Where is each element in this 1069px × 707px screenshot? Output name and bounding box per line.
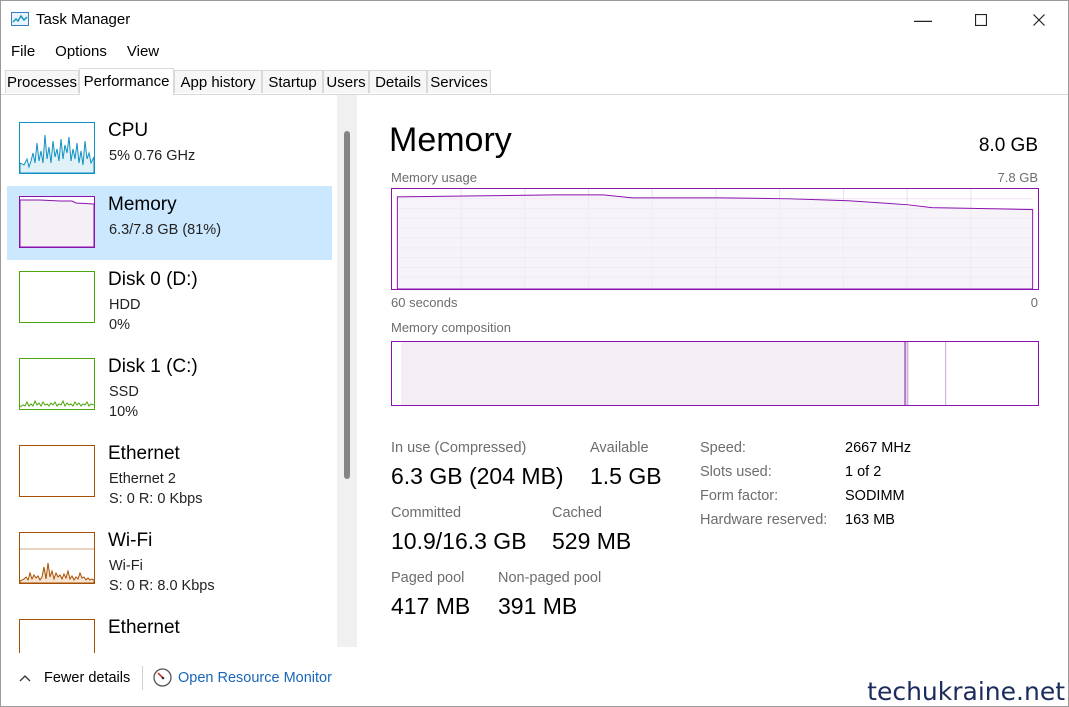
tab-bar: Processes Performance App history Startu…: [1, 68, 1068, 95]
tab-users[interactable]: Users: [323, 70, 369, 93]
sidebar-item-ethernet-2[interactable]: Ethernet: [7, 609, 332, 653]
maximize-button[interactable]: [952, 1, 1010, 39]
sidebar-item-title: Disk 0 (D:): [108, 269, 198, 290]
tab-details[interactable]: Details: [369, 70, 427, 93]
sidebar-item-disk-1[interactable]: Disk 1 (C:) SSD 10%: [7, 348, 332, 422]
sidebar-item-subtitle: SSD: [109, 384, 139, 400]
sidebar-item-title: Disk 1 (C:): [108, 356, 198, 377]
ethernet-2-thumbnail-graph: [19, 619, 95, 653]
slots-used-value: 1 of 2: [845, 464, 882, 480]
ethernet-thumbnail-graph: [19, 445, 95, 497]
disk-0-thumbnail-graph: [19, 271, 95, 323]
committed-label: Committed: [391, 505, 462, 521]
open-resource-monitor-link[interactable]: Open Resource Monitor: [153, 668, 332, 687]
sidebar-item-subtitle: HDD: [109, 297, 141, 313]
sidebar-item-title: Memory: [108, 194, 177, 215]
tab-performance[interactable]: Performance: [79, 68, 174, 95]
sidebar-item-title: CPU: [108, 120, 149, 141]
sidebar-item-cpu[interactable]: CPU 5% 0.76 GHz: [7, 112, 332, 186]
sidebar-item-title: Ethernet: [108, 617, 180, 638]
memory-composition-bar: [391, 341, 1039, 406]
form-factor-label: Form factor:: [700, 488, 779, 504]
sidebar-item-detail: 0%: [109, 317, 130, 333]
sidebar-scrollbar[interactable]: [337, 95, 357, 647]
fewer-details-label: Fewer details: [44, 670, 131, 686]
close-icon: [1033, 14, 1045, 26]
non-paged-pool-label: Non-paged pool: [498, 570, 602, 586]
available-value: 1.5 GB: [590, 463, 662, 489]
watermark-text: techukraine.net: [867, 677, 1065, 706]
sidebar-scroll-thumb[interactable]: [344, 131, 350, 479]
cached-value: 529 MB: [552, 528, 632, 554]
resource-monitor-icon: [153, 668, 172, 687]
available-label: Available: [590, 440, 649, 456]
cpu-thumbnail-graph: [19, 122, 95, 174]
sidebar-item-detail: S: 0 R: 8.0 Kbps: [109, 578, 215, 594]
memory-usage-graph: [391, 188, 1039, 290]
sidebar-item-subtitle: Wi-Fi: [109, 558, 143, 574]
hardware-reserved-label: Hardware reserved:: [700, 512, 828, 528]
speed-label: Speed:: [700, 440, 746, 456]
form-factor-value: SODIMM: [845, 488, 905, 504]
minimize-button[interactable]: —: [894, 1, 952, 39]
sidebar-item-memory[interactable]: Memory 6.3/7.8 GB (81%): [7, 186, 332, 260]
sidebar-item-subtitle: 6.3/7.8 GB (81%): [109, 222, 222, 238]
footer-divider: [142, 666, 143, 690]
close-button[interactable]: [1010, 1, 1068, 39]
sidebar-item-detail: 10%: [109, 404, 139, 420]
non-paged-pool-value: 391 MB: [498, 593, 578, 619]
sidebar-item-wifi[interactable]: Wi-Fi Wi-Fi S: 0 R: 8.0 Kbps: [7, 522, 332, 596]
sidebar-item-title: Ethernet: [108, 443, 180, 464]
disk-1-thumbnail-graph: [19, 358, 95, 410]
sidebar-item-ethernet[interactable]: Ethernet Ethernet 2 S: 0 R: 0 Kbps: [7, 435, 332, 509]
menu-file[interactable]: File: [1, 41, 45, 63]
task-manager-app-icon: [11, 12, 29, 26]
composition-in-use: [400, 342, 905, 405]
paged-pool-label: Paged pool: [391, 570, 465, 586]
sidebar-item-subtitle: Ethernet 2: [109, 471, 176, 487]
tab-startup[interactable]: Startup: [262, 70, 323, 93]
time-axis-end: 0: [1030, 295, 1038, 310]
hardware-reserved-value: 163 MB: [845, 512, 895, 528]
memory-usage-max: 7.8 GB: [997, 170, 1038, 185]
open-resource-monitor-label: Open Resource Monitor: [178, 669, 332, 686]
page-title: Memory: [389, 121, 512, 159]
cached-label: Cached: [552, 505, 602, 521]
tab-app-history[interactable]: App history: [174, 70, 262, 93]
memory-usage-area: [396, 194, 1034, 289]
fewer-details-button[interactable]: Fewer details: [19, 670, 130, 686]
menu-bar: File Options View: [1, 41, 169, 63]
sidebar-item-disk-0[interactable]: Disk 0 (D:) HDD 0%: [7, 261, 332, 335]
wifi-thumbnail-graph: [19, 532, 95, 584]
time-axis-start: 60 seconds: [391, 295, 458, 310]
maximize-icon: [975, 14, 987, 26]
title-bar[interactable]: Task Manager —: [1, 1, 1068, 39]
memory-usage-label: Memory usage: [391, 170, 477, 185]
paged-pool-value: 417 MB: [391, 593, 471, 619]
speed-value: 2667 MHz: [845, 440, 912, 456]
performance-sidebar: CPU 5% 0.76 GHz Memory 6.3/7.8 GB (81%) …: [1, 95, 358, 653]
committed-value: 10.9/16.3 GB: [391, 528, 527, 554]
chevron-up-icon: [19, 675, 31, 682]
minimize-icon: —: [914, 9, 932, 30]
total-memory: 8.0 GB: [978, 135, 1038, 156]
menu-view[interactable]: View: [117, 41, 169, 63]
window-title: Task Manager: [36, 11, 131, 28]
memory-composition-label: Memory composition: [391, 320, 511, 335]
in-use-label: In use (Compressed): [391, 440, 527, 456]
task-manager-window: Task Manager — File Options View Process…: [0, 0, 1069, 707]
sidebar-item-subtitle: 5% 0.76 GHz: [109, 148, 196, 164]
sidebar-item-title: Wi-Fi: [108, 530, 153, 551]
tab-services[interactable]: Services: [427, 70, 491, 93]
in-use-value: 6.3 GB (204 MB): [391, 463, 564, 489]
slots-used-label: Slots used:: [700, 464, 772, 480]
sidebar-item-detail: S: 0 R: 0 Kbps: [109, 491, 203, 507]
tab-processes[interactable]: Processes: [5, 70, 79, 93]
menu-options[interactable]: Options: [45, 41, 117, 63]
memory-thumbnail-graph: [19, 196, 95, 248]
